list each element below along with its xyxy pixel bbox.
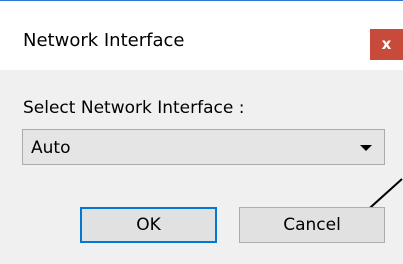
network-interface-dialog: Network Interface x Select Network Inter… xyxy=(0,0,403,264)
close-button[interactable]: x xyxy=(370,29,403,60)
title-bar[interactable]: Network Interface x xyxy=(0,1,403,70)
dialog-title: Network Interface xyxy=(23,30,185,51)
dropdown-selected-value: Auto xyxy=(31,138,71,158)
chevron-down-icon xyxy=(360,145,372,151)
network-interface-dropdown[interactable]: Auto xyxy=(22,129,385,165)
dialog-content: Select Network Interface : Auto OK Cance… xyxy=(0,70,403,264)
ok-button[interactable]: OK xyxy=(80,207,217,243)
cancel-button[interactable]: Cancel xyxy=(239,207,385,243)
select-network-interface-label: Select Network Interface : xyxy=(23,98,245,118)
close-icon: x xyxy=(381,35,392,53)
